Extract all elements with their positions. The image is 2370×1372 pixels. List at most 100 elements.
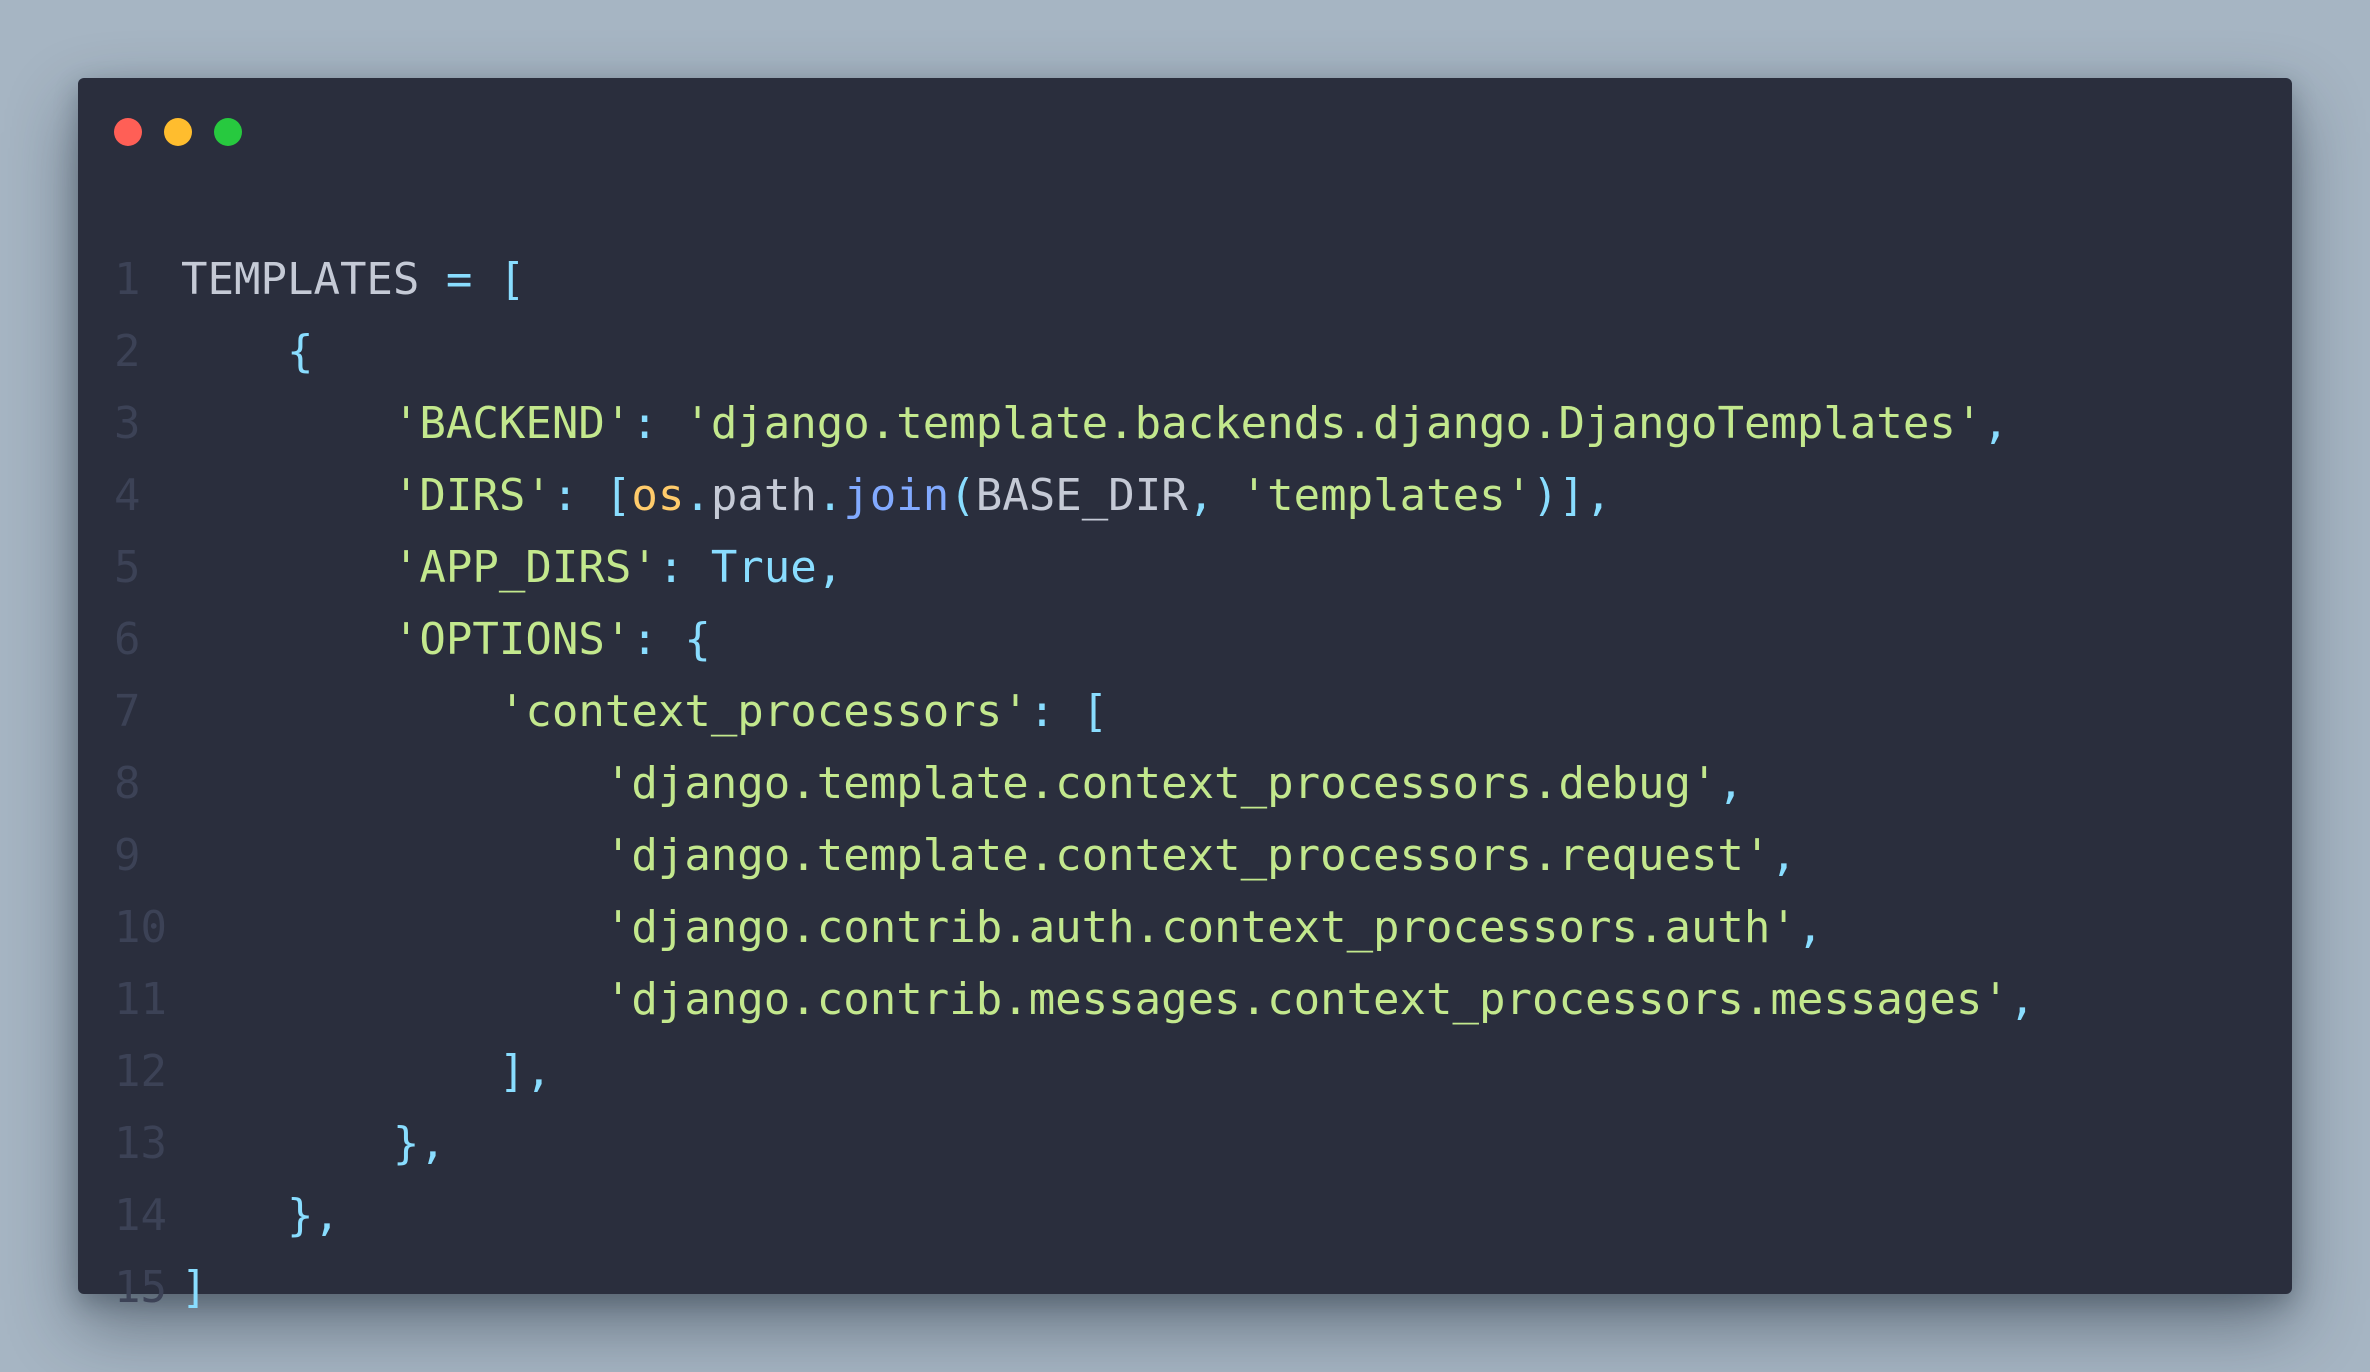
code-block: 1 TEMPLATES = [2 {3 'BACKEND': 'django.te… [114,244,2035,1324]
code-token: 'django.contrib.messages.context_process… [604,974,2009,1025]
code-line: 4 'DIRS': [os.path.join(BASE_DIR, 'templ… [114,460,2035,532]
line-number: 2 [114,326,141,377]
code-token: 'context_processors' [498,686,1029,737]
line-number: 10 [114,902,167,953]
code-token: os [631,470,685,521]
line-number: 12 [114,1046,167,1097]
code-token: , [816,542,844,593]
code-line: 10 'django.contrib.auth.context_processo… [114,892,2035,964]
code-token: 'BACKEND' [392,398,632,449]
line-number: 3 [114,398,141,449]
window-controls [114,118,242,146]
code-token: , [1717,758,1744,809]
code-text: { [181,316,314,388]
code-token: ], [498,1046,552,1097]
code-line: 1 TEMPLATES = [ [114,244,2035,316]
code-token: path [710,470,817,521]
code-text: }, [181,1108,446,1180]
minimize-dot-icon[interactable] [164,118,192,146]
code-window: 1 TEMPLATES = [2 {3 'BACKEND': 'django.te… [78,78,2292,1313]
code-token: 'django.template.context_processors.debu… [604,758,1718,809]
code-token: : { [631,614,711,665]
code-line: 14 }, [114,1180,2035,1252]
code-line: 2 { [114,316,2035,388]
code-token: , [1982,398,2009,449]
code-token: 'OPTIONS' [392,614,632,665]
code-token: 'django.contrib.auth.context_processors.… [604,902,1797,953]
code-token: . [816,470,844,521]
line-number: 6 [114,614,141,665]
code-token: TEMPLATES [181,254,446,305]
code-text: 'django.template.context_processors.debu… [181,748,1744,820]
code-token: : [ [1028,686,1109,737]
line-number: 14 [114,1190,167,1241]
code-line: 15] [114,1252,2035,1324]
code-text: 'django.contrib.messages.context_process… [181,964,2035,1036]
code-token: , [1187,470,1241,521]
line-number: 9 [114,830,141,881]
code-text: 'django.contrib.auth.context_processors.… [181,892,1824,964]
line-number: 8 [114,758,141,809]
code-text: ], [181,1036,552,1108]
code-token: ] [181,1262,208,1313]
code-token: 'templates' [1240,470,1533,521]
close-dot-icon[interactable] [114,118,142,146]
code-line: 8 'django.template.context_processors.de… [114,748,2035,820]
line-number: 11 [114,974,167,1025]
line-number: 7 [114,686,141,737]
code-token: join [843,470,950,521]
code-text: 'DIRS': [os.path.join(BASE_DIR, 'templat… [181,460,1612,532]
code-token: True [710,542,817,593]
code-token: )], [1532,470,1612,521]
code-line: 3 'BACKEND': 'django.template.backends.d… [114,388,2035,460]
line-number: 13 [114,1118,167,1169]
code-token: 'django.template.backends.django.DjangoT… [684,398,1983,449]
code-token: 'django.template.context_processors.requ… [604,830,1771,881]
code-text: TEMPLATES = [ [181,244,525,316]
code-token: }, [286,1190,340,1241]
code-text: 'django.template.context_processors.requ… [181,820,1797,892]
code-line: 9 'django.template.context_processors.re… [114,820,2035,892]
code-line: 13 }, [114,1108,2035,1180]
code-token: : [631,398,685,449]
code-line: 6 'OPTIONS': { [114,604,2035,676]
code-text: 'APP_DIRS': True, [181,532,843,604]
code-token: : [657,542,711,593]
code-token: 'DIRS' [392,470,552,521]
line-number: 4 [114,470,141,521]
code-line: 12 ], [114,1036,2035,1108]
line-number: 1 [114,254,141,305]
code-token: { [286,326,314,377]
code-token: : [ [551,470,632,521]
code-text: }, [181,1180,340,1252]
code-text: ] [181,1252,208,1324]
code-token: BASE_DIR [975,470,1188,521]
code-line: 5 'APP_DIRS': True, [114,532,2035,604]
maximize-dot-icon[interactable] [214,118,242,146]
code-text: 'BACKEND': 'django.template.backends.dja… [181,388,2009,460]
code-token: 'APP_DIRS' [392,542,658,593]
code-token: , [1770,830,1797,881]
code-text: 'OPTIONS': { [181,604,711,676]
code-token: . [684,470,711,521]
code-token: = [ [445,254,526,305]
line-number: 5 [114,542,141,593]
code-token: , [1796,902,1824,953]
code-line: 11 'django.contrib.messages.context_proc… [114,964,2035,1036]
code-token: , [2008,974,2036,1025]
code-token: ( [949,470,976,521]
code-text: 'context_processors': [ [181,676,1108,748]
